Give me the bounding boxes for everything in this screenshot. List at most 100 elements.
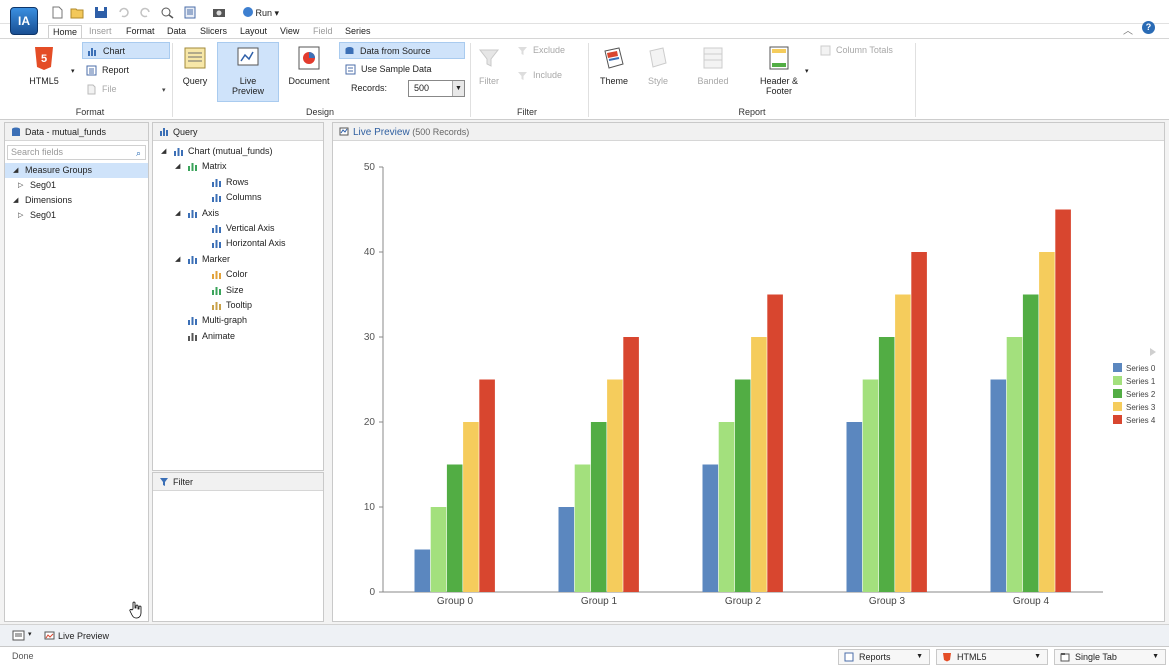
include-button[interactable]: Include	[513, 67, 562, 84]
banded-button[interactable]: Banded	[694, 43, 732, 86]
live-preview-tab[interactable]: Live Preview	[42, 628, 109, 644]
tab-layout[interactable]: Layout	[236, 25, 271, 37]
app-logo-icon[interactable]: IA	[10, 7, 38, 35]
include-label: Include	[533, 70, 563, 80]
undo-icon[interactable]	[117, 6, 131, 19]
tree-collapse-icon[interactable]: ◢	[161, 144, 166, 159]
tab-mode-dropdown[interactable]: Single Tab ▼	[1054, 649, 1166, 665]
data-tree-item-label: Measure Groups	[25, 165, 93, 175]
records-select[interactable]: 500 ▼	[408, 80, 465, 97]
tree-collapse-icon[interactable]: ◢	[175, 159, 180, 174]
data-tree-item-label: Seg01	[30, 180, 57, 190]
tab-slicers[interactable]: Slicers	[196, 25, 231, 37]
new-document-icon[interactable]	[50, 6, 64, 19]
tab-view[interactable]: View	[276, 25, 303, 37]
tree-collapse-icon[interactable]: ◢	[13, 193, 18, 208]
ribbon-separator	[915, 43, 916, 117]
exclude-button[interactable]: Exclude	[513, 42, 565, 59]
tree-expand-icon[interactable]: ▷	[18, 208, 23, 223]
data-tree-item[interactable]: ◢ Dimensions	[5, 193, 148, 208]
file-dropdown-arrow-icon[interactable]: ▾	[162, 86, 166, 94]
header-footer-label-2: Footer	[765, 86, 792, 96]
query-tree-item[interactable]: Multi-graph	[153, 313, 323, 328]
query-tree-item[interactable]: Color	[153, 267, 323, 282]
file-format-button[interactable]: File	[82, 81, 117, 98]
horizontal-axis-icon	[212, 240, 221, 249]
reports-dropdown[interactable]: Reports ▼	[838, 649, 930, 665]
html5-format-button[interactable]: 5 HTML5	[22, 43, 66, 86]
style-button[interactable]: Style	[642, 43, 674, 86]
bar-group-2-series-1	[718, 422, 735, 592]
help-icon[interactable]: ?	[1142, 21, 1155, 34]
report-format-button[interactable]: Report	[82, 62, 129, 79]
query-tree-item[interactable]: Horizontal Axis	[153, 236, 323, 251]
column-totals-button[interactable]: Column Totals	[816, 42, 893, 59]
query-tree-item[interactable]: ◢ Matrix	[153, 159, 323, 174]
query-tree-item[interactable]: ◢ Axis	[153, 206, 323, 221]
header-footer-dropdown-arrow-icon[interactable]: ▾	[805, 67, 809, 75]
query-tree-item[interactable]: Columns	[153, 190, 323, 205]
live-preview-button[interactable]: Live Preview	[217, 42, 279, 102]
query-icon	[184, 47, 206, 69]
legend-label: Series 3	[1126, 403, 1156, 412]
x-tick-label: Group 3	[869, 596, 906, 607]
legend-label: Series 2	[1126, 390, 1156, 399]
database-icon	[12, 127, 20, 136]
tab-data[interactable]: Data	[163, 25, 190, 37]
chart-format-button[interactable]: Chart	[82, 42, 170, 59]
tab-home[interactable]: Home	[48, 25, 83, 38]
query-tree-item[interactable]: Tooltip	[153, 298, 323, 313]
data-tree-item[interactable]: ◢ Measure Groups	[5, 163, 148, 178]
header-footer-button[interactable]: Header & Footer	[756, 43, 802, 96]
tree-collapse-icon[interactable]: ◢	[175, 206, 180, 221]
camera-icon[interactable]	[212, 6, 226, 19]
search-fields-input[interactable]: Search fields ⌕	[7, 145, 146, 160]
query-tree-item[interactable]: Size	[153, 283, 323, 298]
view-switch-button[interactable]: ▾	[12, 630, 34, 642]
legend-swatch	[1113, 415, 1122, 424]
tab-format[interactable]: Format	[122, 25, 159, 37]
records-dropdown-arrow-icon: ▼	[452, 81, 464, 96]
data-tree-item[interactable]: ▷ Seg01	[5, 178, 148, 193]
theme-button[interactable]: Theme	[596, 43, 632, 86]
document-button[interactable]: Document	[285, 43, 333, 86]
use-sample-data-button[interactable]: Use Sample Data	[341, 61, 432, 78]
find-icon[interactable]	[160, 6, 174, 19]
ribbon-separator	[470, 43, 471, 117]
run-button[interactable]: Run ▾	[243, 7, 279, 19]
search-icon[interactable]: ⌕	[136, 147, 141, 160]
query-tree-item[interactable]: Vertical Axis	[153, 221, 323, 236]
data-from-source-button[interactable]: Data from Source	[339, 42, 465, 59]
data-tree-item[interactable]: ▷ Seg01	[5, 208, 148, 223]
live-preview-tab-icon	[44, 631, 55, 640]
collapse-ribbon-icon[interactable]: ︿	[1123, 22, 1133, 37]
quick-access-toolbar: IA Run ▾	[0, 0, 1169, 35]
query-tree-item[interactable]: Animate	[153, 329, 323, 344]
tree-collapse-icon[interactable]: ◢	[13, 163, 18, 178]
html5-dropdown-arrow-icon[interactable]: ▾	[71, 67, 75, 75]
x-tick-label: Group 4	[1013, 596, 1050, 607]
document-properties-icon[interactable]	[183, 6, 197, 19]
query-button[interactable]: Query	[176, 43, 214, 86]
tab-field[interactable]: Field	[309, 25, 337, 37]
query-tree-item[interactable]: ◢ Marker	[153, 252, 323, 267]
legend-scroll-arrow-icon	[1150, 348, 1156, 356]
query-tree-item-label: Columns	[226, 192, 262, 203]
redo-icon[interactable]	[138, 6, 152, 19]
matrix-icon	[188, 163, 197, 172]
tab-series[interactable]: Series	[341, 25, 375, 37]
filter-button[interactable]: Filter	[472, 43, 506, 86]
document-icon	[298, 46, 320, 70]
output-format-dropdown[interactable]: HTML5 ▼	[936, 649, 1048, 665]
tree-expand-icon[interactable]: ▷	[18, 178, 23, 193]
column-totals-label: Column Totals	[836, 45, 893, 55]
header-footer-icon	[769, 46, 789, 70]
tab-insert[interactable]: Insert	[85, 25, 116, 37]
tree-collapse-icon[interactable]: ◢	[175, 252, 180, 267]
query-tree-item[interactable]: ◢ Chart (mutual_funds)	[153, 144, 323, 159]
query-tree-item[interactable]: Rows	[153, 175, 323, 190]
save-icon[interactable]	[94, 6, 108, 19]
bar-group-2-series-3	[751, 337, 767, 592]
open-folder-icon[interactable]	[70, 6, 84, 19]
style-label: Style	[647, 76, 668, 86]
